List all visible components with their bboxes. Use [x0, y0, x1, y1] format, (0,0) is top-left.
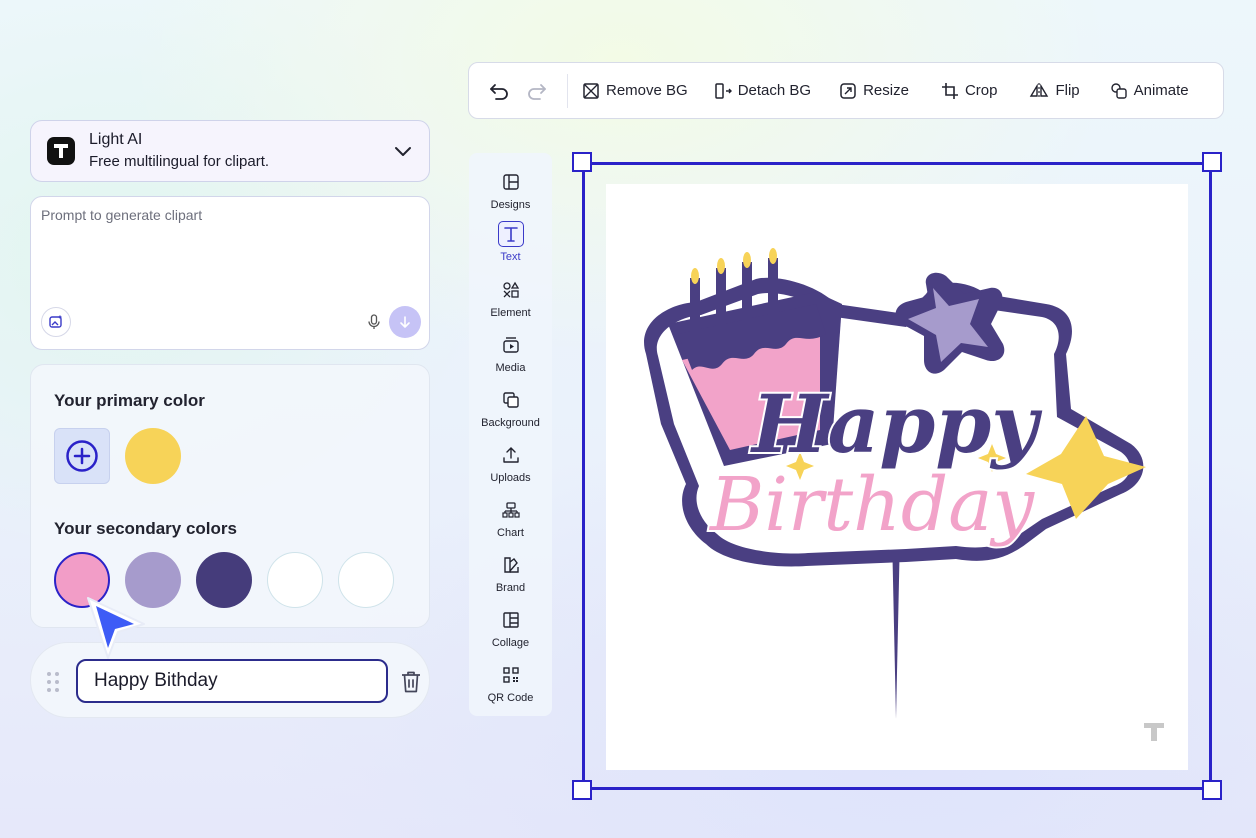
collage-icon — [498, 607, 524, 633]
undo-icon[interactable] — [487, 79, 511, 103]
animate-label: Animate — [1133, 82, 1189, 99]
toolbar-divider — [567, 73, 568, 108]
background-icon — [498, 387, 524, 413]
secondary-color-swatch[interactable] — [338, 552, 394, 608]
flip-icon — [1030, 82, 1049, 99]
nav-item-media[interactable]: Media — [469, 332, 552, 384]
plus-circle-icon — [66, 440, 98, 472]
nav-item-chart[interactable]: Chart — [469, 497, 552, 549]
arrow-down-icon — [400, 316, 410, 328]
nav-label: Chart — [497, 527, 524, 539]
microphone-icon — [368, 314, 380, 329]
nav-label: Uploads — [490, 472, 531, 484]
primary-color-swatch[interactable] — [125, 428, 181, 484]
nav-label: Background — [481, 417, 540, 429]
brand-icon — [498, 552, 524, 578]
nav-label: Collage — [491, 637, 530, 649]
nav-item-designs[interactable]: Designs — [469, 169, 552, 221]
nav-item-brand[interactable]: Brand — [469, 552, 552, 604]
nav-item-uploads[interactable]: Uploads — [469, 442, 552, 494]
edit-toolbar: Remove BG Detach BG Resize Crop Flip Ani… — [468, 62, 1224, 119]
drag-handle-icon[interactable] — [45, 671, 61, 693]
resize-handle-bottom-right[interactable] — [1202, 780, 1222, 800]
nav-item-background[interactable]: Background — [469, 387, 552, 439]
trash-icon[interactable] — [399, 669, 423, 695]
model-name: Light AI — [89, 131, 143, 148]
redo-icon[interactable] — [525, 79, 549, 103]
nav-label: Designs — [490, 199, 531, 211]
resize-handle-bottom-left[interactable] — [572, 780, 592, 800]
media-icon — [498, 332, 524, 358]
selection-frame[interactable] — [572, 152, 1222, 800]
flip-label: Flip — [1055, 82, 1080, 99]
detach-bg-icon — [714, 82, 732, 99]
upload-icon — [498, 442, 524, 468]
layout-icon — [498, 169, 524, 195]
pointer-cursor-icon — [87, 597, 145, 659]
crop-label: Crop — [964, 82, 998, 99]
shapes-icon — [498, 277, 524, 303]
animate-button[interactable]: Animate — [1110, 82, 1189, 100]
secondary-colors-title: Your secondary colors — [54, 519, 237, 538]
detach-bg-button[interactable]: Detach BG — [714, 82, 811, 100]
resize-label: Resize — [863, 82, 909, 99]
resize-icon — [840, 82, 856, 99]
microphone-button[interactable] — [363, 311, 385, 333]
remove-bg-button[interactable]: Remove BG — [582, 82, 688, 100]
resize-button[interactable]: Resize — [839, 82, 909, 100]
remove-bg-label: Remove BG — [606, 82, 688, 99]
chart-icon — [498, 497, 524, 523]
nav-item-element[interactable]: Element — [469, 277, 552, 329]
prompt-input[interactable] — [41, 207, 419, 297]
generate-button[interactable] — [389, 306, 421, 338]
add-primary-color-button[interactable] — [54, 428, 110, 484]
remove-bg-icon — [583, 82, 599, 99]
nav-label: Media — [495, 362, 526, 374]
model-selector[interactable]: Light AI Free multilingual for clipart. — [30, 120, 430, 182]
image-magic-icon — [49, 315, 62, 328]
magic-image-button[interactable] — [41, 307, 71, 337]
nav-label: Brand — [495, 582, 526, 594]
detach-bg-label: Detach BG — [737, 82, 812, 99]
qr-code-icon — [498, 662, 524, 688]
resize-handle-top-left[interactable] — [572, 152, 592, 172]
nav-item-collage[interactable]: Collage — [469, 607, 552, 659]
nav-item-qr-code[interactable]: QR Code — [469, 662, 552, 714]
t-logo-icon — [47, 137, 75, 165]
nav-label: Text — [500, 251, 521, 263]
chevron-down-icon[interactable] — [391, 139, 415, 163]
prompt-box — [30, 196, 430, 350]
crop-button[interactable]: Crop — [941, 82, 998, 100]
animate-icon — [1110, 82, 1127, 99]
color-panel: Your primary color Your secondary colors — [30, 364, 430, 628]
secondary-color-swatch[interactable] — [196, 552, 252, 608]
text-icon — [497, 221, 524, 247]
flip-button[interactable]: Flip — [1029, 82, 1080, 100]
primary-color-title: Your primary color — [54, 391, 205, 410]
crop-icon — [941, 82, 958, 99]
nav-label: QR Code — [487, 692, 534, 704]
side-nav: Designs Text Element Media Background Up… — [469, 153, 552, 716]
secondary-color-swatch[interactable] — [267, 552, 323, 608]
nav-label: Element — [490, 307, 531, 319]
resize-handle-top-right[interactable] — [1202, 152, 1222, 172]
nav-item-text[interactable]: Text — [469, 221, 552, 273]
model-description: Free multilingual for clipart. — [89, 153, 270, 170]
